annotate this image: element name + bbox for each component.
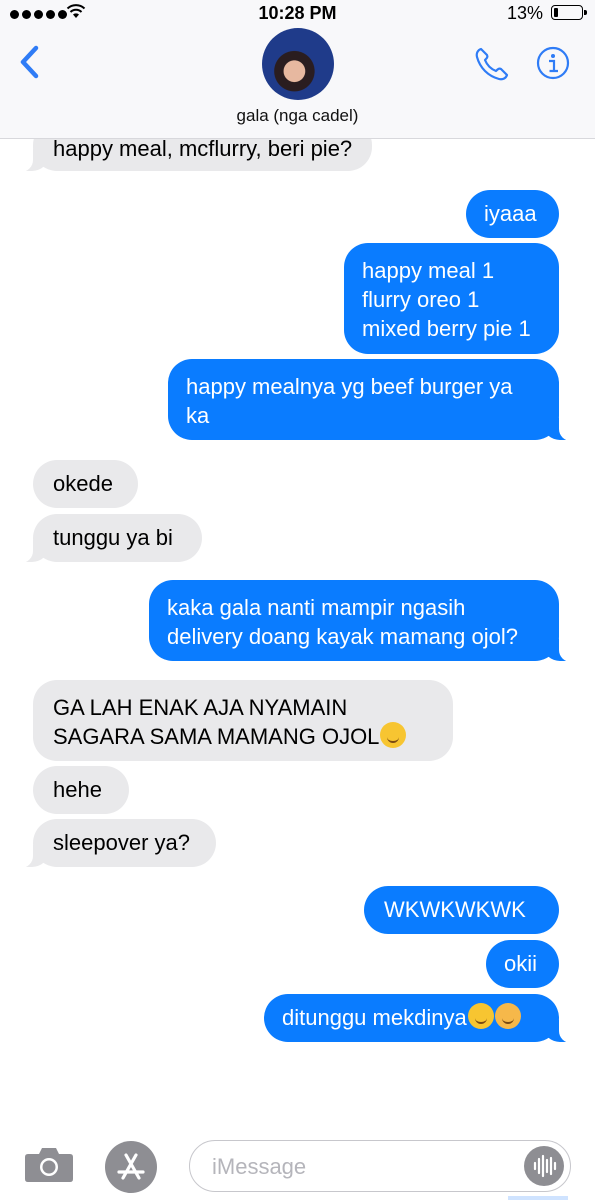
message-received[interactable]: tunggu ya bi [19,514,202,563]
compose-bar [0,1120,595,1200]
message-text: SAGARA SAMA MAMANG OJOL [53,724,380,749]
back-button[interactable] [14,40,54,84]
message-text: happy meal 1 [362,258,495,283]
smiling-face-with-hearts-icon [494,1003,521,1029]
camera-icon [25,1148,73,1182]
message-text: ditunggu mekdinya [282,1005,467,1030]
message-received[interactable]: okede [33,460,138,508]
message-sent[interactable]: happy mealnya yg beef burger ya ka [168,359,573,441]
message-received[interactable]: hehe [33,766,129,814]
audio-waveform-icon [533,1154,557,1178]
battery-percent: 13% [506,3,543,23]
message-text: tunggu ya bi [53,525,173,550]
message-received[interactable]: GA LAH ENAK AJA NYAMAIN SAGARA SAMA MAMA… [33,680,453,761]
message-sent[interactable]: WKWKWKWK [364,886,559,934]
message-text: hehe [53,777,102,802]
face-with-steam-icon [380,722,407,748]
hugging-face-icon [467,1003,494,1029]
message-sent[interactable]: iyaaa [466,190,559,238]
message-text: delivery doang kayak mamang ojol? [167,624,518,649]
keyboard-hint-strip [508,1196,568,1200]
message-input-field[interactable] [189,1140,571,1192]
app-store-button[interactable] [105,1141,157,1193]
message-sent[interactable]: ditunggu mekdinya [264,994,573,1043]
message-sent[interactable]: kaka gala nanti mampir ngasih delivery d… [149,580,573,662]
conversation-header: 10:28 PM 13% gala (nga cadel) [0,0,595,139]
message-text: WKWKWKWK [384,897,526,922]
battery-icon [551,5,587,20]
message-text: kaka gala nanti mampir ngasih [167,595,466,620]
info-icon [536,46,570,80]
chevron-left-icon [20,45,39,79]
message-sent[interactable]: happy meal 1 flurry oreo 1 mixed berry p… [344,243,559,354]
message-received[interactable]: sleepover ya? [19,819,216,868]
camera-button[interactable] [24,1145,74,1183]
message-text: mixed berry pie 1 [362,316,531,341]
message-thread: happy meal, mcflurry, beri pie? iyaaa ha… [0,0,595,1120]
phone-button[interactable] [472,44,512,84]
audio-message-button[interactable] [524,1146,564,1186]
message-text: ka [186,403,210,428]
message-input[interactable] [210,1149,514,1185]
message-text: happy meal, mcflurry, beri pie? [53,136,353,161]
contact-name[interactable]: gala (nga cadel) [0,106,595,126]
contact-avatar[interactable] [262,28,334,100]
message-text: sleepover ya? [53,830,190,855]
app-store-icon [117,1153,145,1180]
status-bar: 10:28 PM 13% [0,0,595,30]
message-sent[interactable]: okii [486,940,559,988]
message-text: GA LAH ENAK AJA NYAMAIN [53,695,348,720]
message-text: iyaaa [484,201,537,226]
info-button[interactable] [536,46,570,80]
phone-icon [475,47,509,81]
message-text: flurry oreo 1 [362,287,480,312]
message-text: okede [53,471,113,496]
message-text: okii [504,951,538,976]
status-time: 10:28 PM [258,3,337,23]
message-text: happy mealnya yg beef burger ya [186,374,513,399]
